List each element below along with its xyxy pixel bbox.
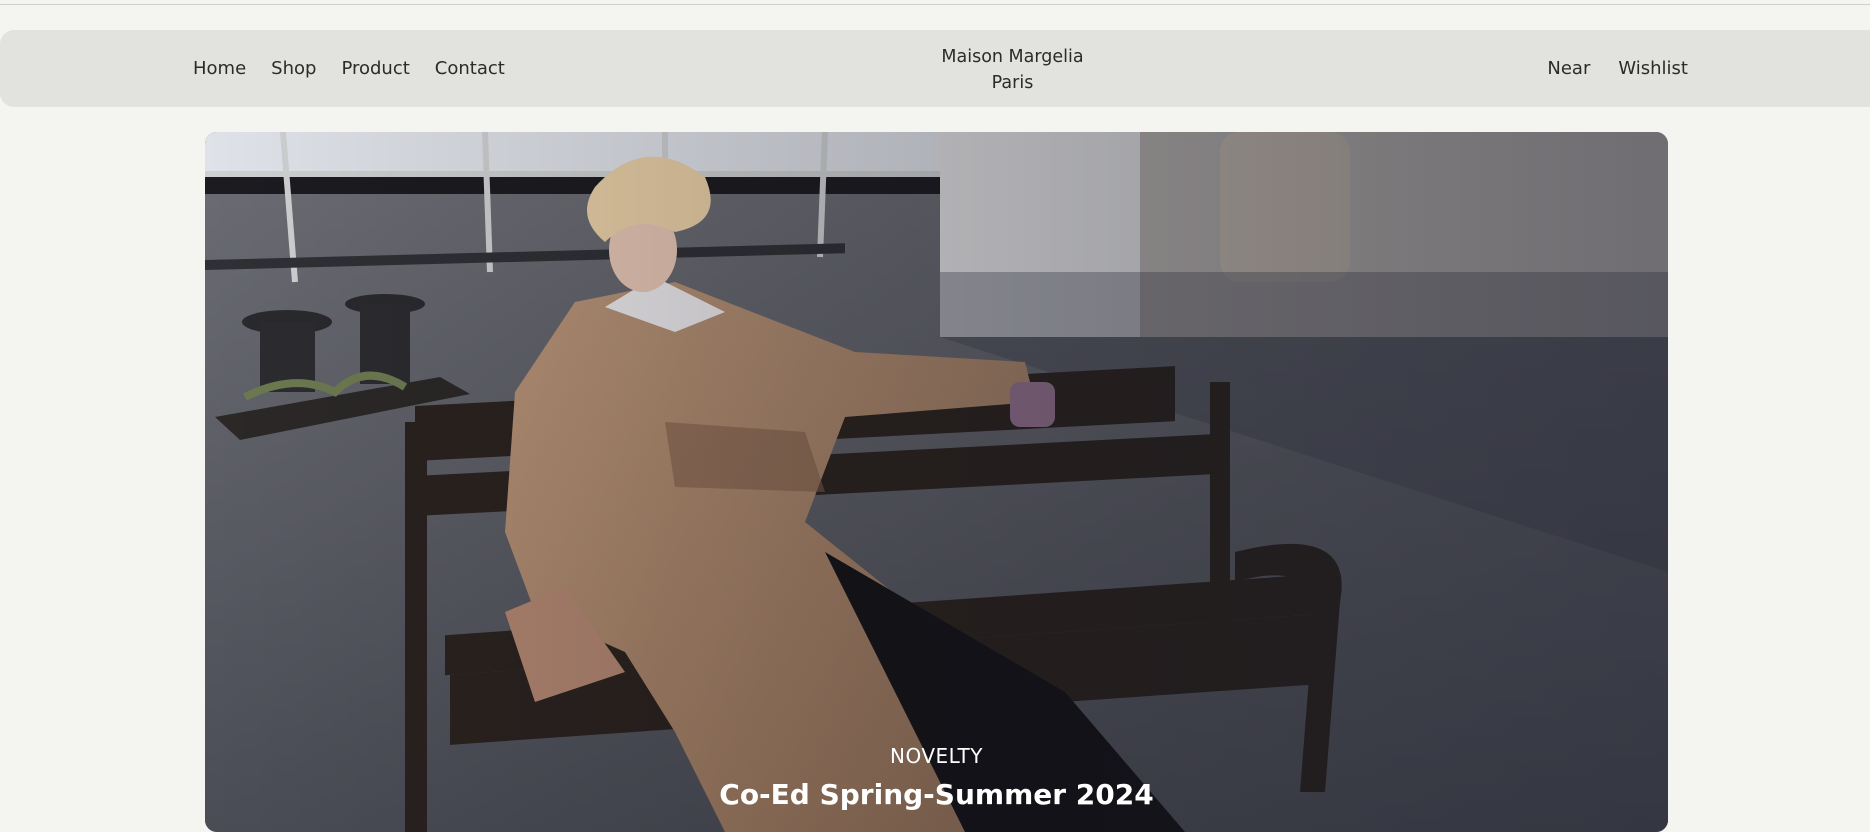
hero-headline: Co-Ed Spring-Summer 2024: [719, 778, 1154, 811]
primary-nav: Home Shop Product Contact: [193, 30, 505, 107]
nav-link-near[interactable]: Near: [1547, 58, 1590, 79]
hero-kicker: NOVELTY: [890, 744, 983, 768]
hero-image: [205, 132, 1668, 832]
nav-link-shop[interactable]: Shop: [271, 58, 316, 79]
hero-banner[interactable]: NOVELTY Co-Ed Spring-Summer 2024: [205, 132, 1668, 832]
top-divider: [0, 4, 1870, 5]
brand-name: Maison Margelia: [941, 47, 1084, 67]
secondary-nav: Near Wishlist: [1547, 30, 1688, 107]
nav-link-contact[interactable]: Contact: [435, 58, 505, 79]
nav-link-home[interactable]: Home: [193, 58, 246, 79]
nav-link-product[interactable]: Product: [341, 58, 409, 79]
brand-city: Paris: [991, 73, 1034, 93]
hero-caption: NOVELTY Co-Ed Spring-Summer 2024: [205, 744, 1668, 811]
brand-logo[interactable]: Maison Margelia Paris: [910, 44, 1115, 96]
nav-link-wishlist[interactable]: Wishlist: [1618, 58, 1688, 79]
navigation-bar: Home Shop Product Contact Maison Margeli…: [0, 30, 1870, 107]
